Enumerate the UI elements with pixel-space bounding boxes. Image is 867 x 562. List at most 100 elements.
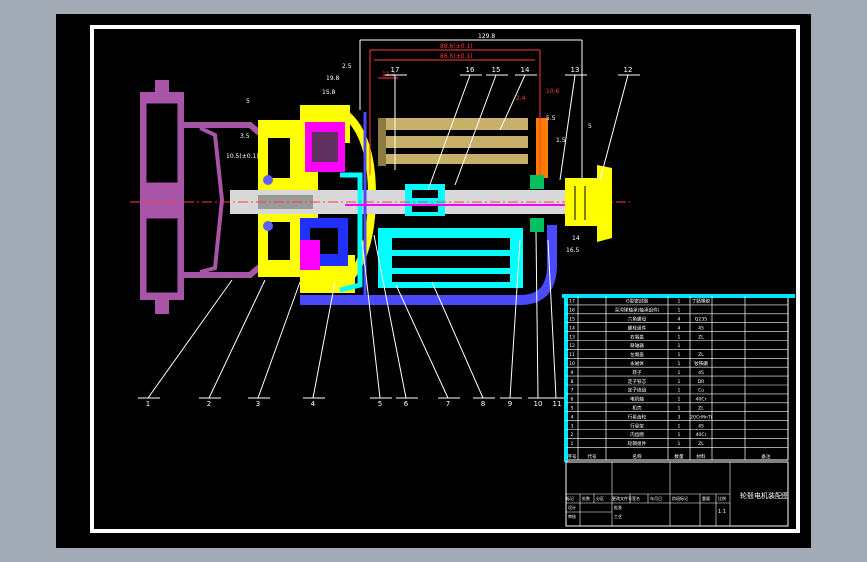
- bom-cell-name: 轮辋组件: [628, 440, 647, 447]
- dim-d6: 19.8: [326, 75, 340, 82]
- bom-cell-qty: 1: [678, 406, 681, 412]
- callout-9: 9: [508, 400, 512, 408]
- tb-label-date: 年月日: [650, 495, 662, 501]
- callout-11: 11: [553, 400, 562, 408]
- bom-cell-qty: 1: [678, 423, 681, 429]
- bom-cell-mat: Q235: [695, 317, 707, 323]
- bom-cell-no: 12: [569, 343, 575, 349]
- tb-label-zone: 分区: [596, 495, 604, 501]
- tb-label-count: 处数: [582, 495, 590, 501]
- bom-cell-qty: 1: [678, 334, 681, 340]
- bom-cell-name: 机壳: [632, 405, 642, 412]
- bom-cell-no: 17: [569, 299, 575, 305]
- bom-cell-no: 6: [571, 397, 574, 403]
- callout-16: 16: [466, 66, 475, 74]
- bom-cell-qty: 4: [678, 325, 681, 331]
- tb-label-review: 审核: [568, 513, 576, 519]
- bom-cell-name: 电机轴: [630, 396, 644, 403]
- bom-cell-mat: 钕铁硼: [694, 360, 708, 367]
- bom-cell-name: 螺栓组件: [628, 324, 647, 331]
- bom-cell-no: 8: [571, 379, 574, 385]
- bom-cell-mat: 40Cr: [696, 432, 707, 438]
- bom-cell-no: 5: [571, 406, 574, 412]
- bom-cell-mat: ZL: [698, 441, 704, 447]
- bom-cell-no: 13: [569, 334, 575, 340]
- bom-cell-qty: 4: [678, 317, 681, 323]
- bom-cell-mat: ZL: [698, 406, 704, 412]
- dim-d11: 5.5: [546, 115, 556, 122]
- assembly-drawing: 129.8 88.6(±0.1) 86.5(±0.1) 11.2 5 3.5 1…: [56, 14, 811, 548]
- dim-d14: 14: [572, 235, 580, 242]
- tb-label-approve: 批准: [614, 504, 622, 510]
- bom-cell-mat: 40Cr: [696, 397, 707, 403]
- bom-cell-qty: 1: [678, 388, 681, 394]
- callout-3: 3: [256, 400, 260, 408]
- bom-cell-name: 转子: [632, 369, 642, 376]
- bom-cell-no: 4: [571, 414, 574, 420]
- dim-d9: 10.6: [546, 88, 560, 95]
- dim-d15: 1.5: [556, 137, 566, 144]
- bom-cell-no: 15: [569, 317, 575, 323]
- tb-label-weight: 重量: [702, 495, 710, 501]
- bom-cell-qty: 1: [678, 441, 681, 447]
- bom-cell-qty: 1: [678, 308, 681, 314]
- dim-d16: 10.5(±0.1): [226, 153, 259, 160]
- callout-15: 15: [492, 66, 501, 74]
- bom-cell-mat: 45: [698, 423, 704, 429]
- bom-cell-name: 永磁体: [630, 360, 644, 367]
- dim-d4: 3.5: [240, 133, 250, 140]
- cad-viewer: 129.8 88.6(±0.1) 86.5(±0.1) 11.2 5 3.5 1…: [0, 0, 867, 562]
- callout-2: 2: [207, 400, 211, 408]
- bom-cell-qty: 1: [678, 361, 681, 367]
- dim-d12: 5: [588, 123, 592, 130]
- callout-13: 13: [571, 66, 580, 74]
- callout-4: 4: [311, 400, 316, 408]
- dim-d10: 2.4: [516, 95, 526, 102]
- bom-cell-no: 2: [571, 432, 574, 438]
- bom-cell-qty: 1: [678, 370, 681, 376]
- bom-cell-name: 深沟球轴承(轴承组件): [615, 307, 660, 314]
- tb-label-sign: 签名: [632, 495, 640, 501]
- bom-cell-no: 16: [569, 308, 575, 314]
- bom-cell-no: 7: [571, 388, 574, 394]
- tb-label-design: 设计: [568, 504, 576, 510]
- bom-cell-mat: Cu: [698, 388, 704, 394]
- callout-14: 14: [521, 66, 530, 74]
- bom-header-name: 名称: [632, 453, 642, 460]
- bom-cell-qty: 1: [678, 432, 681, 438]
- dim-d8: 2.5: [342, 63, 352, 70]
- bom-cell-name: 左端盖: [630, 351, 644, 358]
- dim-d13: 16.5: [566, 247, 580, 254]
- callout-12: 12: [624, 66, 633, 74]
- bom-cell-no: 14: [569, 325, 575, 331]
- bom-cell-mat: 45: [698, 370, 704, 376]
- callout-17: 17: [391, 66, 400, 74]
- bom-cell-name: 内齿圈: [630, 431, 644, 438]
- bom-cell-name: 行星齿轮: [628, 413, 647, 420]
- bom-cell-mat: ZL: [698, 334, 704, 340]
- bom-cell-no: 3: [571, 423, 574, 429]
- bom-cell-no: 9: [571, 370, 574, 376]
- bom-cell-mat: 20CrMnTi: [690, 414, 712, 420]
- callout-7: 7: [446, 400, 450, 408]
- bom-cell-name: 六角螺母: [628, 316, 647, 323]
- dim-d5: 5: [246, 98, 250, 105]
- bom-cell-mat: ZL: [698, 352, 704, 358]
- dim-overall: 129.8: [478, 33, 495, 40]
- bom-cell-qty: 1: [678, 343, 681, 349]
- callout-10: 10: [534, 400, 543, 408]
- bom-cell-qty: 1: [678, 352, 681, 358]
- callout-8: 8: [481, 400, 485, 408]
- tb-label-stage: 阶段标记: [672, 495, 688, 501]
- bom-cell-mat: 丁腈橡胶: [692, 298, 711, 305]
- callout-1: 1: [146, 400, 150, 408]
- bom-header-qty: 数量: [674, 453, 684, 460]
- tb-label-change: 更改文件号: [612, 495, 632, 501]
- bom-cell-mat: DR: [698, 379, 706, 385]
- bom-header-note: 备注: [761, 453, 771, 460]
- bom-cell-name: O型密封圈: [626, 298, 648, 305]
- tb-scale-value: 1:1: [718, 509, 726, 515]
- tb-label-scale: 比例: [718, 495, 726, 501]
- bom-header-mat: 材料: [696, 453, 706, 460]
- callout-6: 6: [404, 400, 409, 408]
